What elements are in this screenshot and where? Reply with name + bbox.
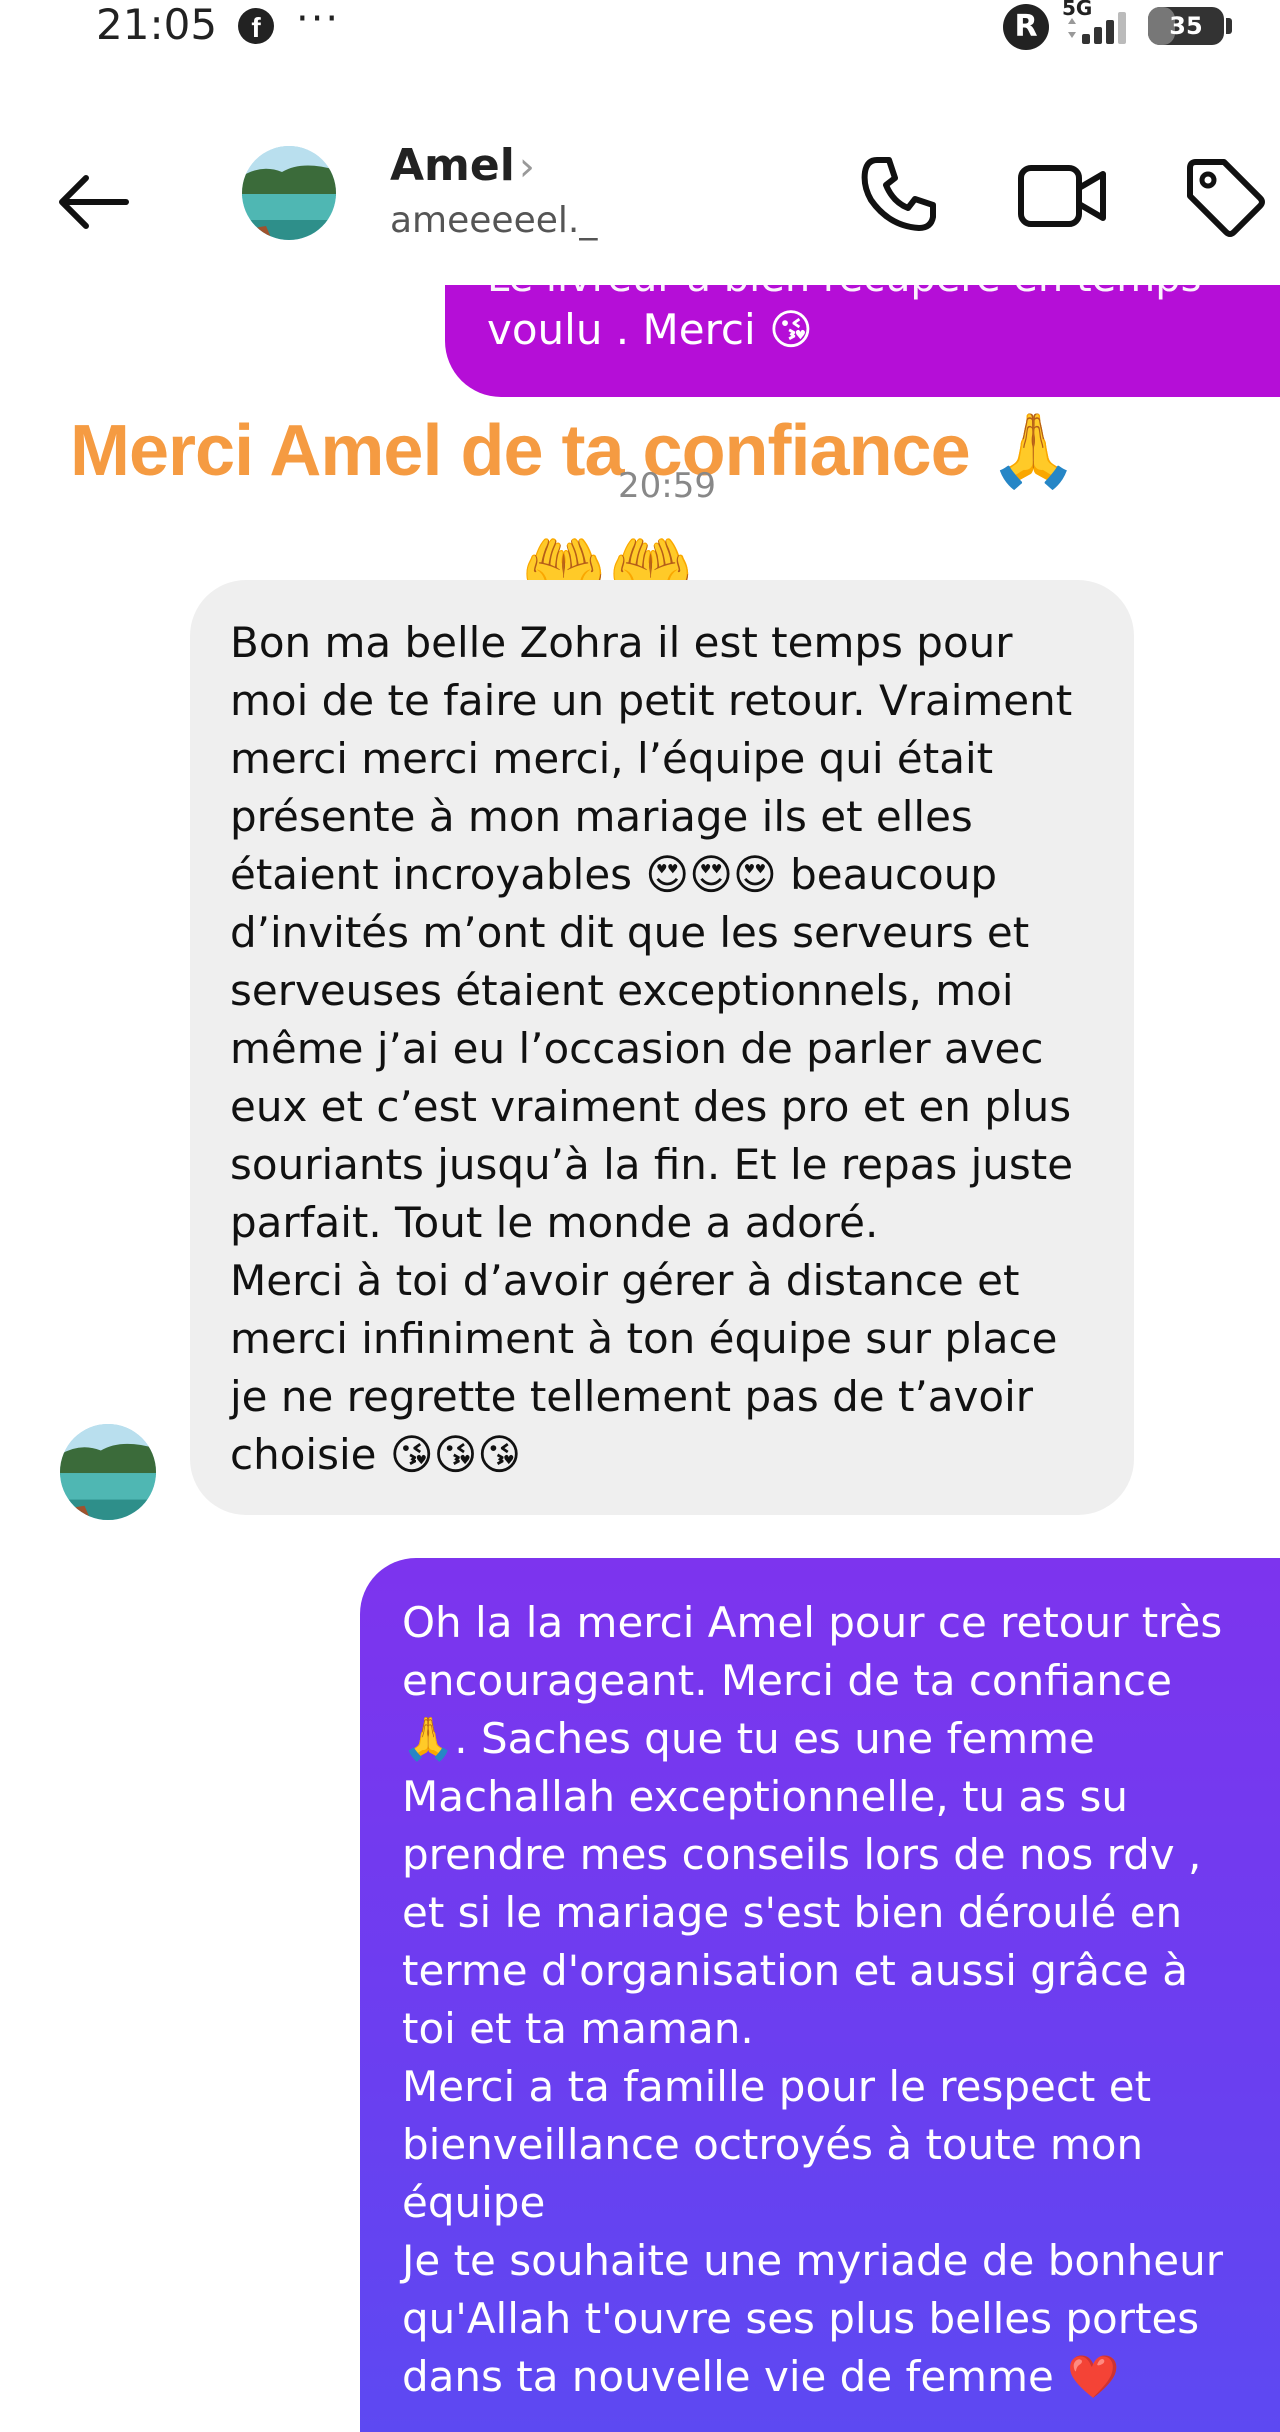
video-camera-icon[interactable] (1015, 152, 1111, 240)
message-timestamp: 20:59 (618, 466, 716, 506)
incoming-message-bubble[interactable]: Bon ma belle Zohra il est temps pour moi… (190, 580, 1134, 1515)
battery-tip (1226, 18, 1232, 34)
chat-header: Amel › ameeeeel._ (0, 110, 1280, 280)
battery-percent: 35 (1169, 12, 1203, 40)
avatar-landscape-image (60, 1424, 156, 1520)
contact-name-text: Amel (390, 140, 515, 191)
chevron-right-icon: › (518, 144, 535, 190)
signal-icon (1068, 12, 1126, 44)
outgoing-message-bubble-top[interactable]: Le livreur a bien récupéré en temps voul… (445, 285, 1280, 397)
contact-username: ameeeeel._ (390, 200, 598, 241)
contact-name[interactable]: Amel › (390, 140, 535, 191)
more-notifications-icon: ··· (296, 0, 341, 42)
facebook-icon: f (238, 8, 274, 44)
incoming-message-text: Bon ma belle Zohra il est temps pour moi… (230, 618, 1074, 1479)
avatar[interactable] (242, 146, 336, 240)
phone-icon[interactable] (855, 150, 943, 238)
back-arrow-icon[interactable] (52, 160, 136, 244)
outgoing-message-text: Oh la la merci Amel pour ce retour très … (402, 1598, 1224, 2401)
r-app-icon: R (1003, 4, 1049, 50)
sender-avatar[interactable] (60, 1424, 156, 1520)
tag-icon[interactable] (1180, 152, 1268, 240)
status-time: 21:05 (96, 0, 218, 49)
message-text: voulu . Merci 😘 (487, 305, 813, 354)
status-bar: 21:05 f ··· R 5G 35 (0, 0, 1280, 56)
message-text-cut: Le livreur a bien récupéré en temps (487, 285, 1201, 301)
outgoing-message-bubble[interactable]: Oh la la merci Amel pour ce retour très … (360, 1558, 1280, 2432)
battery-icon: 35 (1148, 7, 1224, 45)
reply-headline-text: Merci Amel de ta confiance 🙏 (70, 411, 1078, 491)
avatar-landscape-image (242, 146, 336, 240)
